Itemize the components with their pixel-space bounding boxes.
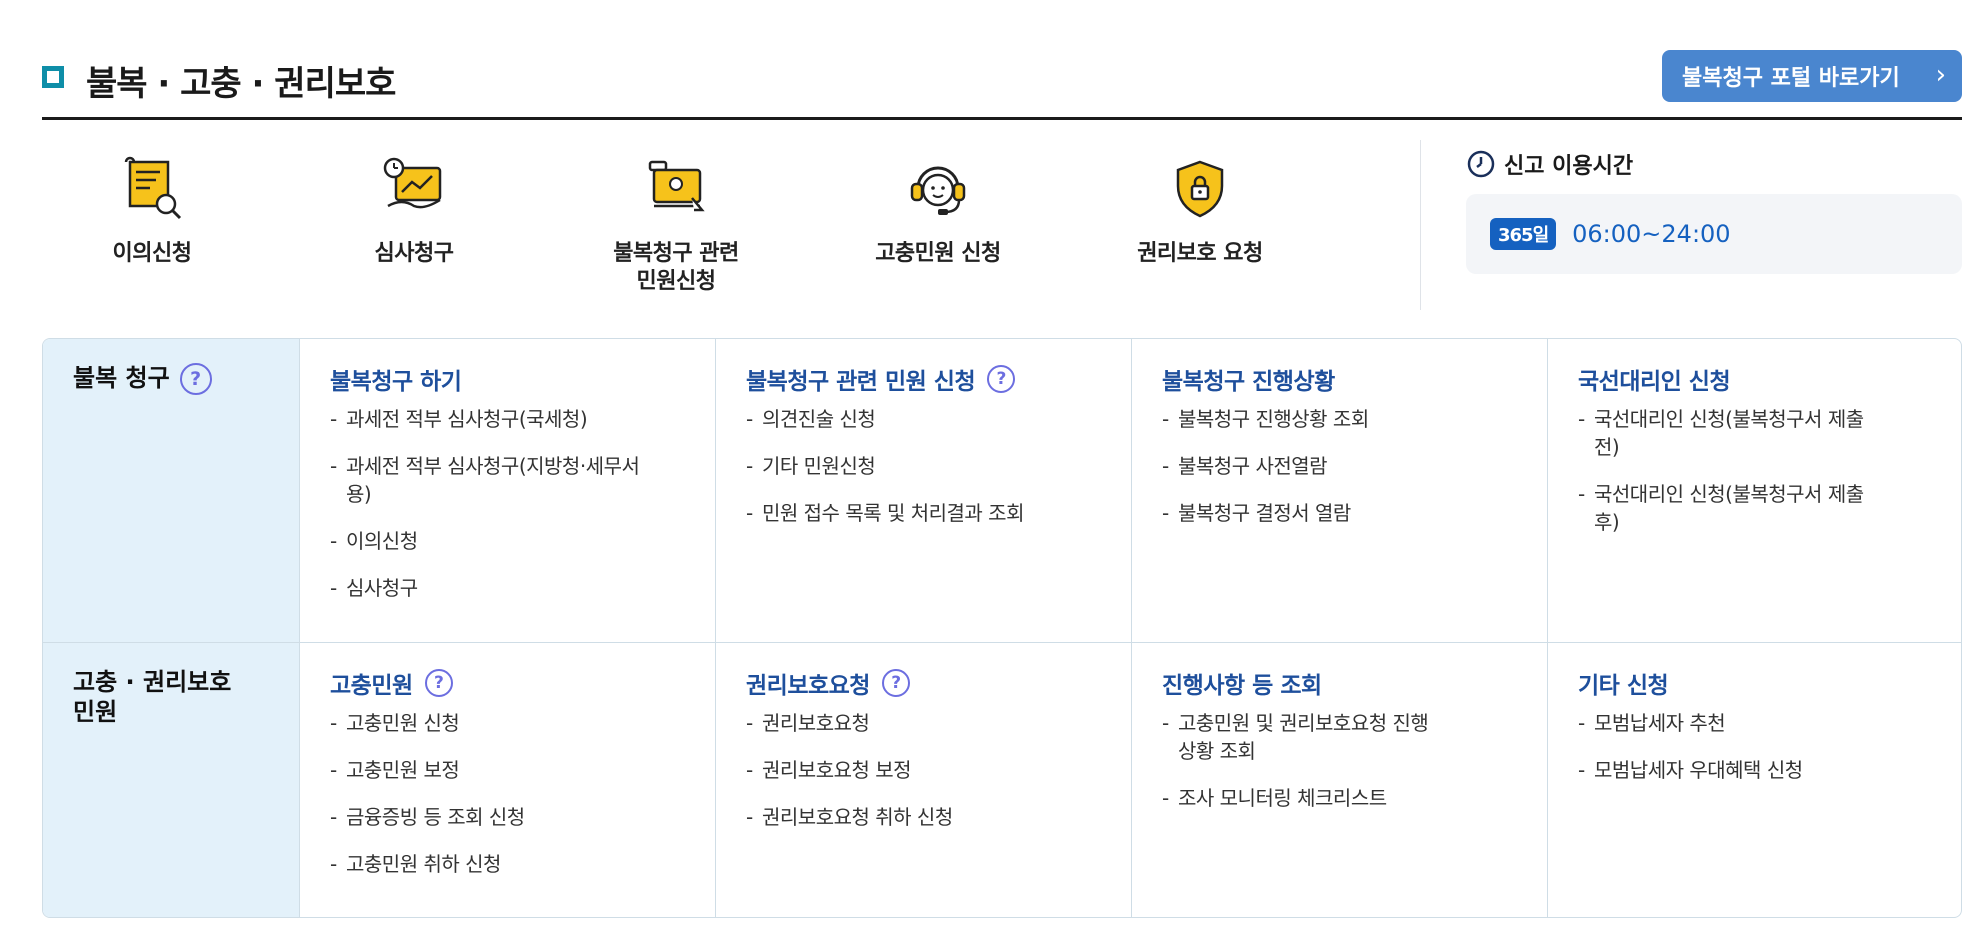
link-list: 의견진술 신청 기타 민원신청 민원 접수 목록 및 처리결과 조회 (746, 405, 1101, 527)
cell-title-label: 불복청구 관련 민원 신청 (746, 369, 976, 395)
help-icon[interactable]: ? (987, 365, 1016, 393)
cell-title[interactable]: 고충민원? (330, 667, 685, 699)
cell-title-label: 진행사항 등 조회 (1162, 673, 1322, 699)
link-item[interactable]: 모범납세자 우대혜택 신청 (1578, 756, 1931, 784)
portal-shortcut-button[interactable]: 불복청구 포털 바로가기 › (1662, 50, 1962, 102)
quick-item-rights[interactable]: 권리보호 요청 (1090, 140, 1310, 310)
quick-item-label: 이의신청 (112, 241, 192, 266)
cell-title[interactable]: 권리보호요청? (746, 667, 1101, 699)
link-item[interactable]: 권리보호요청 보정 (746, 756, 1101, 784)
help-icon[interactable]: ? (881, 669, 910, 697)
quick-item-objection[interactable]: 이의신청 (42, 140, 262, 310)
grid-cell: 고충민원? 고충민원 신청 고충민원 보정 금융증빙 등 조회 신청 고충민원 … (299, 643, 715, 917)
link-item[interactable]: 권리보호요청 취하 신청 (746, 803, 1101, 831)
cell-title[interactable]: 국선대리인 신청 (1578, 363, 1931, 395)
row-heading-label: 고충 · 권리보호 민원 (73, 668, 232, 726)
cell-title-label: 고충민원 (330, 673, 413, 699)
link-list: 고충민원 신청 고충민원 보정 금융증빙 등 조회 신청 고충민원 취하 신청 (330, 709, 685, 878)
link-item[interactable]: 심사청구 (330, 574, 685, 602)
row-heading-objection: 불복 청구 ? (43, 339, 299, 643)
clock-icon (1467, 150, 1495, 178)
link-list: 불복청구 진행상황 조회 불복청구 사전열람 불복청구 결정서 열람 (1162, 405, 1517, 527)
row-heading-label: 불복 청구 (73, 364, 170, 392)
cell-title[interactable]: 진행사항 등 조회 (1162, 667, 1517, 699)
service-hours-value: 06:00~24:00 (1572, 220, 1731, 248)
link-item[interactable]: 이의신청 (330, 527, 685, 555)
headset-agent-icon (910, 166, 966, 215)
quick-item-objection-civil[interactable]: 불복청구 관련 민원신청 (566, 140, 786, 310)
link-list: 과세전 적부 심사청구(국세청) 과세전 적부 심사청구(지방청·세무서용) 이… (330, 405, 685, 602)
help-icon[interactable]: ? (424, 669, 453, 697)
page-title: 불복 · 고충 · 권리보호 (86, 64, 396, 104)
quick-item-label: 권리보호 요청 (1137, 241, 1263, 266)
quick-item-label: 불복청구 관련 민원신청 (613, 241, 739, 294)
cell-title-label: 불복청구 진행상황 (1162, 369, 1335, 395)
link-list: 국선대리인 신청(불복청구서 제출전) 국선대리인 신청(불복청구서 제출후) (1578, 405, 1931, 536)
service-hours-title: 신고 이용시간 (1504, 154, 1634, 179)
grid-cell: 권리보호요청? 권리보호요청 권리보호요청 보정 권리보호요청 취하 신청 (715, 643, 1131, 917)
cell-title-label: 국선대리인 신청 (1578, 369, 1731, 395)
cell-title[interactable]: 불복청구 진행상황 (1162, 363, 1517, 395)
grid-cell: 기타 신청 모범납세자 추천 모범납세자 우대혜택 신청 (1547, 643, 1961, 917)
link-item[interactable]: 모범납세자 추천 (1578, 709, 1931, 737)
link-item[interactable]: 조사 모니터링 체크리스트 (1162, 784, 1517, 812)
service-hours-title-row: 신고 이용시간 (1466, 148, 1962, 180)
title-square-icon (42, 65, 72, 96)
grid-cell: 국선대리인 신청 국선대리인 신청(불복청구서 제출전) 국선대리인 신청(불복… (1547, 339, 1961, 643)
link-item[interactable]: 권리보호요청 (746, 709, 1101, 737)
link-item[interactable]: 과세전 적부 심사청구(지방청·세무서용) (330, 452, 640, 508)
link-item[interactable]: 고충민원 취하 신청 (330, 850, 685, 878)
link-item[interactable]: 국선대리인 신청(불복청구서 제출전) (1578, 405, 1868, 461)
grid-cell: 불복청구 하기 과세전 적부 심사청구(국세청) 과세전 적부 심사청구(지방청… (299, 339, 715, 643)
days-badge: 365일 (1490, 218, 1557, 250)
link-item[interactable]: 국선대리인 신청(불복청구서 제출후) (1578, 480, 1868, 536)
title-wrap: 불복 · 고충 · 권리보호 (42, 56, 396, 105)
quick-menu: 이의신청 심사청구 불복청구 관련 민원신청 고충민원 신청 권리보호 요청 (42, 140, 1422, 310)
link-list: 권리보호요청 권리보호요청 보정 권리보호요청 취하 신청 (746, 709, 1101, 831)
chevron-right-icon: › (1935, 60, 1946, 90)
link-item[interactable]: 고충민원 신청 (330, 709, 685, 737)
link-item[interactable]: 민원 접수 목록 및 처리결과 조회 (746, 499, 1101, 527)
link-item[interactable]: 불복청구 사전열람 (1162, 452, 1517, 480)
link-list: 고충민원 및 권리보호요청 진행상황 조회 조사 모니터링 체크리스트 (1162, 709, 1517, 812)
service-hours-box: 365일 06:00~24:00 (1466, 194, 1962, 274)
monitor-hand-icon (648, 160, 705, 212)
link-item[interactable]: 기타 민원신청 (746, 452, 1101, 480)
grid-cell: 불복청구 관련 민원 신청? 의견진술 신청 기타 민원신청 민원 접수 목록 … (715, 339, 1131, 643)
quick-item-grievance[interactable]: 고충민원 신청 (828, 140, 1048, 310)
cell-title-label: 권리보호요청 (746, 673, 870, 699)
cell-title[interactable]: 불복청구 관련 민원 신청? (746, 363, 1101, 395)
cell-title[interactable]: 기타 신청 (1578, 667, 1931, 699)
document-search-icon (124, 156, 182, 220)
link-item[interactable]: 의견진술 신청 (746, 405, 1101, 433)
quick-item-label: 심사청구 (374, 241, 454, 266)
link-item[interactable]: 불복청구 진행상황 조회 (1162, 405, 1517, 433)
cell-title[interactable]: 불복청구 하기 (330, 363, 685, 395)
help-icon[interactable]: ? (179, 363, 212, 395)
cell-title-label: 불복청구 하기 (330, 369, 462, 395)
link-list: 모범납세자 추천 모범납세자 우대혜택 신청 (1578, 709, 1931, 784)
service-grid: 불복 청구 ? 불복청구 하기 과세전 적부 심사청구(국세청) 과세전 적부 … (42, 338, 1962, 918)
link-item[interactable]: 고충민원 보정 (330, 756, 685, 784)
vertical-divider (1420, 140, 1421, 310)
quick-item-review[interactable]: 심사청구 (304, 140, 524, 310)
link-item[interactable]: 불복청구 결정서 열람 (1162, 499, 1517, 527)
grid-cell: 불복청구 진행상황 불복청구 진행상황 조회 불복청구 사전열람 불복청구 결정… (1131, 339, 1547, 643)
link-item[interactable]: 과세전 적부 심사청구(국세청) (330, 405, 685, 433)
grid-cell: 진행사항 등 조회 고충민원 및 권리보호요청 진행상황 조회 조사 모니터링 … (1131, 643, 1547, 917)
row-heading-grievance: 고충 · 권리보호 민원 (43, 643, 299, 917)
hand-chart-clock-icon (383, 157, 442, 209)
cell-title-label: 기타 신청 (1578, 673, 1669, 699)
shield-lock-icon (1176, 160, 1224, 218)
portal-button-label: 불복청구 포털 바로가기 (1682, 66, 1900, 91)
quick-item-label: 고충민원 신청 (875, 241, 1001, 266)
service-hours: 신고 이용시간 365일 06:00~24:00 (1466, 148, 1962, 274)
page-header: 불복 · 고충 · 권리보호 불복청구 포털 바로가기 › (42, 50, 1962, 120)
link-item[interactable]: 금융증빙 등 조회 신청 (330, 803, 685, 831)
link-item[interactable]: 고충민원 및 권리보호요청 진행상황 조회 (1162, 709, 1432, 765)
